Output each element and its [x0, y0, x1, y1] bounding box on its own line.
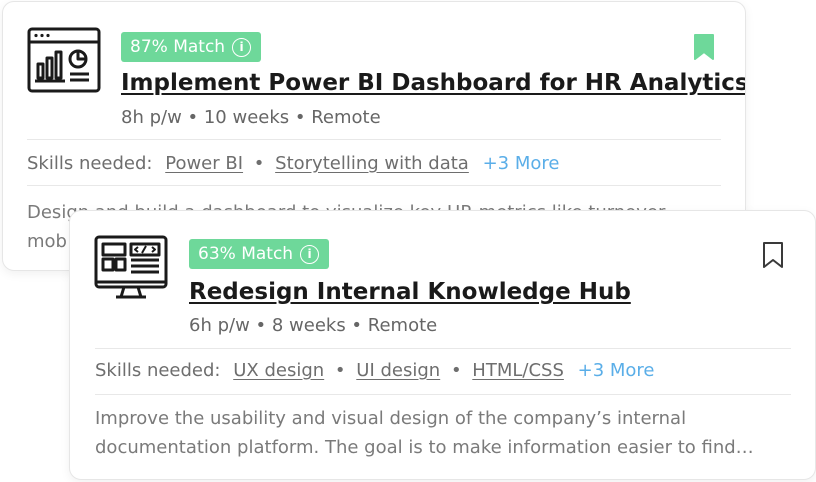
skill-separator: • — [450, 360, 462, 381]
divider — [27, 139, 721, 140]
skill-separator: • — [334, 360, 346, 381]
project-card[interactable]: 63% Match i Redesign Internal Knowledge … — [69, 210, 816, 480]
match-badge: 87% Match i — [121, 32, 262, 62]
more-skills-link[interactable]: +3 More — [483, 153, 560, 174]
bookmark-icon[interactable] — [693, 33, 715, 61]
match-label: 63% Match — [198, 244, 294, 264]
skill-link[interactable]: UI design — [356, 360, 440, 381]
description-line: documentation platform. The goal is to m… — [95, 437, 754, 458]
bookmark-icon[interactable] — [762, 241, 784, 269]
analytics-dashboard-icon — [27, 27, 103, 97]
project-title[interactable]: Implement Power BI Dashboard for HR Anal… — [121, 70, 745, 96]
info-icon[interactable]: i — [232, 37, 252, 57]
divider — [95, 394, 791, 395]
project-meta: 6h p/w • 8 weeks • Remote — [189, 315, 438, 336]
web-code-icon — [94, 235, 170, 305]
project-meta: 8h p/w • 10 weeks • Remote — [121, 107, 381, 128]
match-label: 87% Match — [130, 37, 226, 57]
divider — [95, 348, 791, 349]
match-badge: 63% Match i — [189, 239, 330, 269]
description-line: Improve the usability and visual design … — [95, 408, 687, 429]
more-skills-link[interactable]: +3 More — [578, 360, 655, 381]
project-title[interactable]: Redesign Internal Knowledge Hub — [189, 279, 631, 305]
skill-link[interactable]: UX design — [233, 360, 324, 381]
skills-row: Skills needed: UX design • UI design • H… — [95, 360, 655, 381]
project-description: Improve the usability and visual design … — [95, 404, 754, 462]
skill-link[interactable]: Storytelling with data — [275, 153, 469, 174]
skill-link[interactable]: Power BI — [165, 153, 243, 174]
skills-row: Skills needed: Power BI • Storytelling w… — [27, 153, 559, 174]
divider — [27, 185, 721, 186]
skills-label: Skills needed: — [27, 153, 153, 174]
skills-label: Skills needed: — [95, 360, 221, 381]
info-icon[interactable]: i — [300, 244, 320, 264]
skill-separator: • — [253, 153, 265, 174]
skill-link[interactable]: HTML/CSS — [472, 360, 564, 381]
